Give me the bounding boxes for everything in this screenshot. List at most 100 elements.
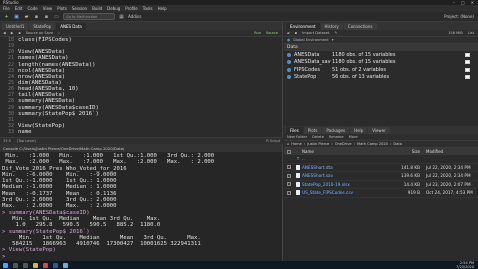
menu-plots[interactable]: Plots (57, 6, 67, 11)
file-checkbox[interactable] (287, 173, 291, 178)
new-folder-button[interactable]: New Folder (287, 135, 307, 139)
file-row[interactable]: StatePop_2010-19.xlsx 14.4 KB Jul 23, 2020… (284, 181, 478, 189)
file-type[interactable]: R Script (266, 139, 283, 143)
delete-button[interactable]: Delete (312, 135, 324, 139)
menu-session[interactable]: Session (72, 6, 87, 11)
code-line[interactable]: 33 name (0, 129, 283, 135)
col-name[interactable]: Name (302, 149, 398, 154)
scope-indicator[interactable]: (Top Level) (17, 139, 36, 143)
search-icon[interactable]: ⌕ (58, 31, 60, 35)
new-project-icon[interactable]: ▣ (13, 13, 20, 20)
word-icon[interactable] (53, 262, 58, 268)
tab-help[interactable]: Help (350, 127, 368, 134)
code-area[interactable]: 18 class(FIPSCodes) 19 20 View(ANESData) 21 na… (0, 37, 283, 137)
tab-statepop[interactable]: StatePop (29, 23, 56, 30)
forward-icon[interactable]: ▶ (11, 31, 14, 35)
console-output[interactable]: Min. :1.000 Min. :1.000 1st Qu.:1.000 3r… (2, 153, 282, 260)
environment-row[interactable]: FIPSCodes 51 obs. of 2 variables (284, 66, 478, 74)
col-size[interactable]: Size (398, 149, 426, 154)
tab-environment[interactable]: Environment (286, 23, 320, 30)
editor-toolbar: ◀ ▶ ▪ Source on Save ⌕ Run Source (0, 30, 282, 37)
file-name[interactable]: ANESShort.dta (302, 165, 398, 170)
expand-icon[interactable] (287, 67, 291, 72)
environment-row[interactable]: StatePop 56 obs. of 13 variables (284, 74, 478, 82)
menu-help[interactable]: Help (158, 6, 167, 11)
print-icon[interactable]: ▭ (53, 13, 60, 20)
file-name[interactable]: StatePop_2010-19.xlsx (302, 182, 398, 187)
expand-icon[interactable] (287, 75, 291, 80)
breadcrumb-user[interactable]: Justin Pierce (307, 142, 329, 146)
menu-file[interactable]: File (3, 6, 10, 11)
view-table-icon[interactable] (465, 67, 470, 72)
file-checkbox[interactable] (287, 182, 291, 187)
breadcrumb-mathcamp[interactable]: Math Camp 2020 (357, 142, 388, 146)
tab-packages[interactable]: Packages (322, 127, 350, 134)
view-table-icon[interactable] (465, 60, 470, 65)
more-button[interactable]: More (349, 135, 358, 139)
menu-edit[interactable]: Edit (15, 6, 23, 11)
expand-icon[interactable] (287, 52, 291, 57)
file-row[interactable]: US_State_FIPSCodes.csv 919 B Oct 24, 2017,… (284, 189, 478, 198)
run-button[interactable]: Run (254, 31, 261, 35)
import-dataset-button[interactable]: Import Dataset (302, 31, 329, 35)
load-workspace-icon[interactable]: ▰ (287, 31, 290, 35)
environment-row[interactable]: ANESData_sav 1180 obs. of 15 variables (284, 59, 478, 67)
list-view-toggle[interactable]: List (468, 31, 478, 35)
save-editor-icon[interactable]: ▪ (18, 31, 20, 35)
file-checkbox[interactable] (287, 165, 291, 170)
parent-dir-row[interactable]: ↑ .. (284, 155, 478, 164)
menu-debug[interactable]: Debug (107, 6, 120, 11)
environment-scope-select[interactable]: Global Environment (293, 38, 329, 42)
save-icon[interactable]: ▪ (33, 13, 40, 20)
memory-usage[interactable]: 158 MiB (448, 31, 463, 35)
breadcrumb-data[interactable]: Data (393, 142, 402, 146)
source-button[interactable]: Source (266, 31, 278, 35)
menu-tools[interactable]: Tools (143, 6, 153, 11)
new-file-icon[interactable]: + (3, 13, 10, 20)
open-file-icon[interactable]: ▰ (23, 13, 30, 20)
tab-connections[interactable]: Connections (343, 23, 377, 30)
menu-build[interactable]: Build (92, 6, 102, 11)
tab-history[interactable]: History (320, 23, 343, 30)
search-taskbar-icon[interactable] (13, 262, 18, 268)
chrome-icon[interactable] (43, 262, 48, 268)
tab-files[interactable]: Files (286, 127, 303, 134)
menu-code[interactable]: Code (27, 6, 37, 11)
tab-viewer[interactable]: Viewer (368, 127, 390, 134)
file-name[interactable]: ANESShort.sav (302, 173, 398, 178)
tab-plots[interactable]: Plots (303, 127, 322, 134)
file-checkbox[interactable] (287, 190, 291, 195)
breadcrumb-home[interactable]: Home (291, 142, 302, 146)
task-view-icon[interactable] (23, 262, 28, 268)
select-all-checkbox[interactable] (287, 149, 291, 154)
back-icon[interactable]: ◀ (3, 31, 6, 35)
chevron-down-icon[interactable]: ▾ (332, 38, 334, 42)
save-all-icon[interactable]: ▪ (43, 13, 50, 20)
project-menu[interactable]: Project: (None) (444, 14, 474, 19)
view-table-icon[interactable] (465, 75, 470, 80)
expand-icon[interactable] (287, 60, 291, 65)
menu-view[interactable]: View (43, 6, 53, 11)
grid-icon[interactable]: ▦ (118, 13, 125, 20)
view-table-icon[interactable] (465, 52, 470, 57)
goto-file-input[interactable]: Go to file/function (63, 13, 115, 20)
file-row[interactable]: ANESShort.dta 141.8 KB Jul 22, 2020, 2:34 … (284, 164, 478, 172)
explorer-icon[interactable] (33, 262, 38, 268)
breadcrumb-onedrive[interactable]: OneDrive (335, 142, 352, 146)
menu-profile[interactable]: Profile (125, 6, 137, 11)
broom-icon[interactable]: ✎ (334, 31, 337, 35)
file-name[interactable]: US_State_FIPSCodes.csv (302, 190, 398, 195)
file-row[interactable]: ANESShort.sav 139.6 KB Jul 22, 2020, 2:34 … (284, 172, 478, 181)
addins-button[interactable]: Addins (128, 14, 141, 19)
col-modified[interactable]: Modified (426, 149, 443, 154)
environment-row[interactable]: ANESData 1180 obs. of 15 variables (284, 51, 478, 59)
tab-untitled1[interactable]: Untitled1 (2, 23, 29, 30)
windows-start-icon[interactable] (3, 262, 8, 268)
home-icon[interactable]: ⌂ (287, 142, 289, 146)
rename-button[interactable]: Rename (329, 135, 344, 139)
tab-anes-data[interactable]: ANES Data (56, 23, 86, 30)
save-workspace-icon[interactable]: ▪ (295, 31, 297, 35)
rstudio-taskbar-icon[interactable] (63, 262, 68, 268)
clock[interactable]: 2:54 PM 7/23/2020 (456, 261, 478, 269)
source-on-save-checkbox[interactable]: Source on Save (26, 31, 53, 35)
